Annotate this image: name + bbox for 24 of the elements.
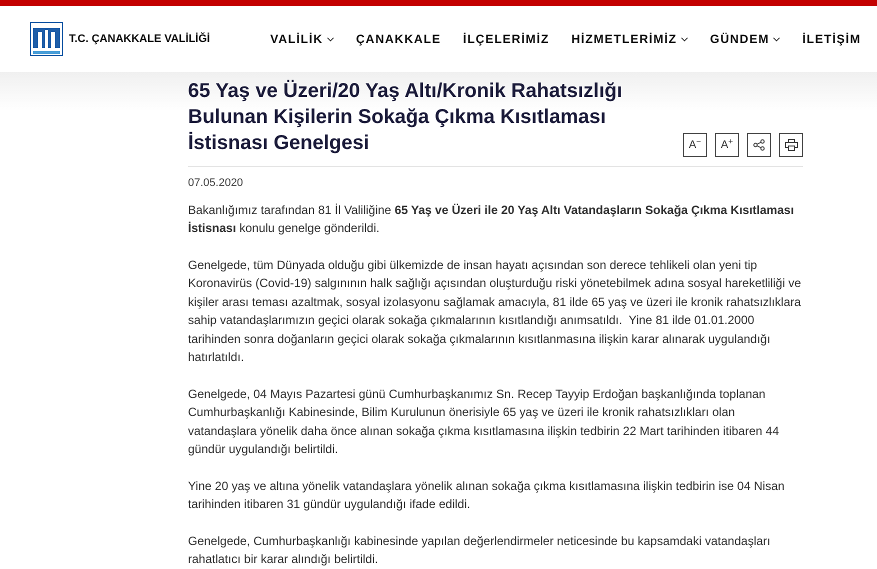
paragraph: Bakanlığımız tarafından 81 İl Valiliğine 65 Yaş ve Üzeri ile 20 Yaş Altı Vatandaşların Sokağa Çıkma Kısıtlaması İstisnası konulu genelge gönderildi. <box>188 202 795 237</box>
paragraph: Genelgede, tüm Dünyada olduğu gibi ülkemizde de insan hayatı açısından son derece tehlikeli olan yeni tip Koronavirüs (Covid-19) salgınının halk sağlığı açısından oluşturduğu riski yönetebilmek adına sosyal hareketliliği ve kişiler arası teması azaltmak, sosyal izolasyonu sağlamak amacıyla, 81 ilde 65 yaş ve üzeri ile kronik rahatsızlıklara sahip vatandaşlarımızın geçici olarak sokağa çıkmalarının kısıtlandığı anımsatıldı. Yine 81 ilde 01.01.2000 tarihinden sonra doğanların geçici olarak sokağa çıkmalarının kısıtlanmasına ilişkin karar alınarak uygulandığı hatırlatıldı. <box>188 256 802 366</box>
nav-link[interactable]: ÇANAKKALE <box>356 30 441 48</box>
caret-icon <box>327 36 334 42</box>
font-size-button[interactable]: A$^{−}$ <box>683 133 707 157</box>
nav-link[interactable]: İLÇELERİMİZ <box>463 30 550 48</box>
paragraph: Genelgede, 04 Mayıs Pazartesi günü Cumhurbaşkanımız Sn. Recep Tayyip Erdoğan başkanlığında toplanan Cumhurbaşkanlığı Kabinesinde, Bilim Kurulunun önerisiyle 65 yaş ve üzeri ile kronik rahatsızlıkları olan vatandaşlara yönelik daha önce alınan sokağa çıkma kısıtlamasına ilişkin tedbirin 22 Mart tarihinden itibaren 44 gündür uygulandığı belirtildi. <box>188 386 780 458</box>
share-button[interactable] <box>747 133 771 157</box>
nav-link[interactable]: HİZMETLERİMİZ <box>571 30 688 48</box>
print-icon <box>784 139 798 151</box>
paragraph: Yine 20 yaş ve altına yönelik vatandaşlara yönelik alınan sokağa çıkma kısıtlamasına ilişkin tedbirin ise 04 Nisan tarihinden itibaren 31 gündür uygulandığı ifade edildi. <box>188 478 786 513</box>
logo-icon[interactable] <box>30 22 63 56</box>
article-date: 07.05.2020 <box>188 176 244 191</box>
font-size-button[interactable]: A$^{+}$ <box>715 133 739 157</box>
caret-icon <box>680 36 688 42</box>
site-name[interactable]: T.C. ÇANAKKALE VALİLİĞİ <box>69 30 210 48</box>
paragraph: Genelgede, Cumhurbaşkanlığı kabinesinde yapılan değerlendirmeler neticesinde bu kapsamdaki vatandaşları rahatlatıcı bir karar alındığı belirtildi. <box>188 532 772 568</box>
caret-icon <box>773 36 780 42</box>
nav-link[interactable]: GÜNDEM <box>710 30 780 48</box>
nav-link[interactable]: VALİLİK <box>270 30 334 48</box>
nav-link[interactable]: İLETİŞİM <box>802 30 861 48</box>
print-button[interactable] <box>779 133 803 157</box>
article-title: 65 Yaş ve Üzeri/20 Yaş Altı/Kronik Rahatsızlığı Bulunan Kişilerin Sokağa Çıkma Kısıtlaması İstisnası Genelgesi <box>188 78 624 156</box>
share-icon <box>753 139 765 151</box>
